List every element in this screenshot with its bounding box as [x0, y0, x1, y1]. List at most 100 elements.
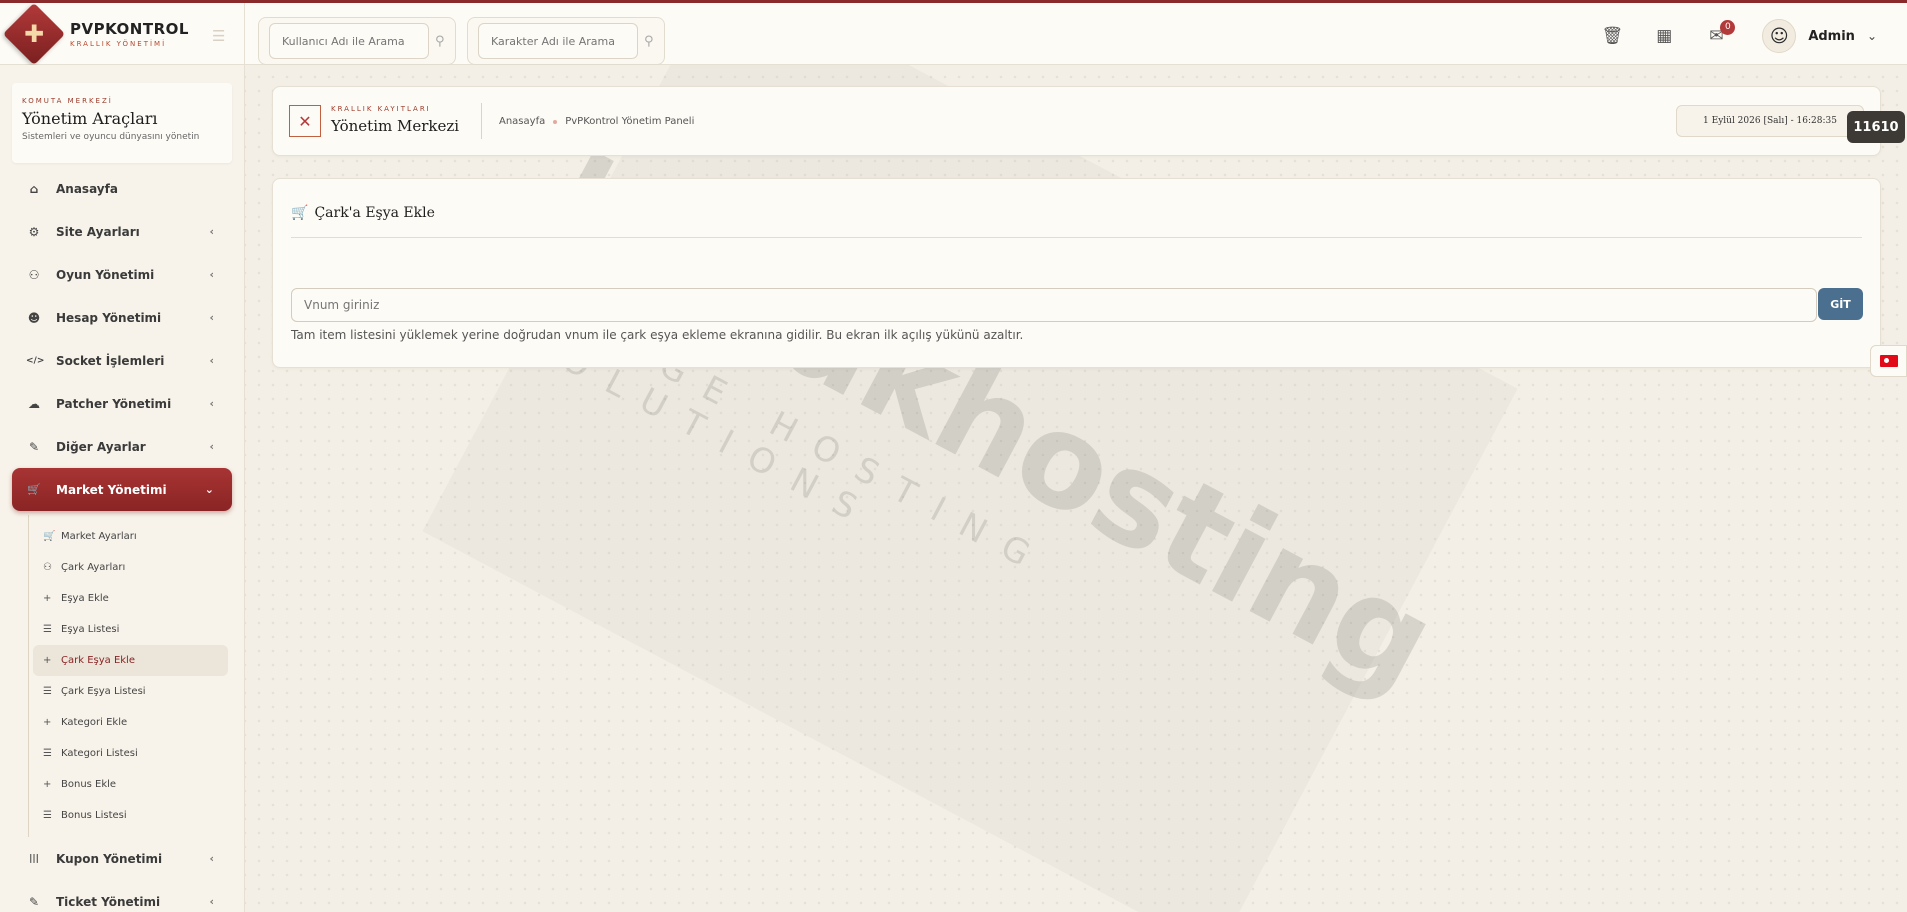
- header-kicker: KRALLIK KAYITLARI: [331, 105, 431, 113]
- avatar[interactable]: ☺: [1762, 19, 1797, 53]
- sidebar-item-hesap-yonetimi[interactable]: ☻ Hesap Yönetimi ‹: [12, 296, 232, 339]
- divider: [481, 103, 482, 139]
- chevron-down-icon: ⌄: [204, 483, 214, 496]
- subnav-item-esya-listesi[interactable]: ☰ Eşya Listesi: [33, 614, 228, 645]
- brand-subtitle: KRALLIK YÖNETİMİ: [70, 40, 167, 48]
- sidebar-item-site-ayarlari[interactable]: ⚙ Site Ayarları ‹: [12, 210, 232, 253]
- plus-icon: +: [43, 779, 52, 790]
- sidebar-item-diger-ayarlar[interactable]: ✎ Diğer Ayarlar ‹: [12, 425, 232, 468]
- gamepad-icon: ⚇: [43, 562, 52, 573]
- language-selector[interactable]: [1870, 345, 1907, 377]
- cart-icon: 🛒: [43, 531, 56, 542]
- sidebar-nav: ⌂ Anasayfa ⚙ Site Ayarları ‹ ⚇ Oyun Yöne…: [0, 167, 244, 912]
- sidebar-item-oyun-yonetimi[interactable]: ⚇ Oyun Yönetimi ‹: [12, 253, 232, 296]
- subnav-item-cark-esya-ekle[interactable]: + Çark Eşya Ekle: [33, 645, 228, 676]
- brand-name: PVPKONTROL: [70, 20, 189, 38]
- subnav-item-cark-ayarlari[interactable]: ⚇ Çark Ayarları: [33, 552, 228, 583]
- sidebar-item-market-yonetimi[interactable]: 🛒 Market Yönetimi ⌄: [12, 468, 232, 511]
- chevron-left-icon: ‹: [209, 225, 214, 238]
- vnum-input[interactable]: [291, 288, 1817, 322]
- list-icon: ☰: [43, 686, 52, 697]
- sidebar-item-label: Oyun Yönetimi: [56, 267, 155, 282]
- trash-icon[interactable]: 🗑: [1586, 26, 1638, 46]
- breadcrumb: Anasayfa PvPKontrol Yönetim Paneli: [499, 116, 694, 127]
- plus-icon: +: [43, 593, 52, 604]
- chevron-left-icon: ‹: [209, 311, 214, 324]
- chevron-left-icon: ‹: [209, 895, 214, 908]
- command-card: KOMUTA MERKEZİ Yönetim Araçları Sistemle…: [12, 83, 232, 163]
- sidebar-item-label: Site Ayarları: [56, 224, 140, 239]
- command-subtitle: Sistemleri ve oyuncu dünyasını yönetin: [22, 132, 200, 142]
- subnav-item-kategori-listesi[interactable]: ☰ Kategori Listesi: [33, 738, 228, 769]
- inbox-icon[interactable]: ✉ 0: [1690, 20, 1742, 46]
- barcode-icon: |||: [29, 853, 39, 864]
- chevron-left-icon: ‹: [209, 852, 214, 865]
- cart-icon: 🛒: [27, 483, 41, 496]
- sidebar-item-ticket-yonetimi[interactable]: ✎ Ticket Yönetimi ‹: [12, 880, 232, 912]
- calendar-icon[interactable]: ▦: [1638, 26, 1690, 46]
- subnav-item-esya-ekle[interactable]: + Eşya Ekle: [33, 583, 228, 614]
- cloud-icon: ☁: [28, 396, 40, 411]
- subnav-item-cark-esya-listesi[interactable]: ☰ Çark Eşya Listesi: [33, 676, 228, 707]
- clock: 1 Eylül 2026 [Salı] - 16:28:35: [1676, 105, 1864, 137]
- sidebar-item-anasayfa[interactable]: ⌂ Anasayfa: [12, 167, 232, 210]
- character-search: ⚲: [467, 17, 665, 65]
- gear-icon: ⚙: [28, 224, 40, 239]
- chevron-left-icon: ‹: [209, 397, 214, 410]
- user-search: ⚲: [258, 17, 456, 65]
- sidebar-item-label: Ticket Yönetimi: [56, 894, 161, 909]
- page-header: ✕ KRALLIK KAYITLARI Yönetim Merkezi Anas…: [272, 86, 1881, 156]
- subnav-item-market-ayarlari[interactable]: 🛒 Market Ayarları: [33, 521, 228, 552]
- list-icon: ☰: [43, 810, 52, 821]
- sidebar-item-label: Market Yönetimi: [56, 482, 167, 497]
- sidebar-item-label: Socket İşlemleri: [56, 353, 165, 368]
- character-search-input[interactable]: [478, 23, 638, 59]
- user-search-input[interactable]: [269, 23, 429, 59]
- list-icon: ☰: [43, 624, 52, 635]
- close-icon[interactable]: ✕: [289, 105, 321, 137]
- breadcrumb-separator: [553, 119, 558, 124]
- breadcrumb-home[interactable]: Anasayfa: [499, 116, 545, 127]
- chevron-left-icon: ‹: [209, 354, 214, 367]
- home-icon: ⌂: [29, 181, 39, 196]
- sidebar-item-socket-islemleri[interactable]: </> Socket İşlemleri ‹: [12, 339, 232, 382]
- chevron-left-icon: ‹: [209, 440, 214, 453]
- chevron-left-icon: ‹: [209, 268, 214, 281]
- logo-icon: ✚: [2, 2, 66, 66]
- sidebar: KOMUTA MERKEZİ Yönetim Araçları Sistemle…: [0, 65, 245, 912]
- command-kicker: KOMUTA MERKEZİ: [22, 97, 113, 105]
- search-icon[interactable]: ⚲: [435, 34, 445, 49]
- subnav-item-bonus-ekle[interactable]: + Bonus Ekle: [33, 769, 228, 800]
- users-icon: ☻: [27, 310, 41, 325]
- sidebar-item-label: Diğer Ayarlar: [56, 439, 146, 454]
- admin-name[interactable]: Admin: [1808, 29, 1855, 44]
- sidebar-item-kupon-yonetimi[interactable]: ||| Kupon Yönetimi ‹: [12, 837, 232, 880]
- search-icon[interactable]: ⚲: [644, 34, 654, 49]
- command-title: Yönetim Araçları: [22, 109, 158, 128]
- sidebar-item-label: Patcher Yönetimi: [56, 396, 172, 411]
- top-bar: ✚ PVPKONTROL KRALLIK YÖNETİMİ ☰ ⚲ ⚲ 🗑 ▦ …: [0, 0, 1907, 66]
- subnav-item-kategori-ekle[interactable]: + Kategori Ekle: [33, 707, 228, 738]
- code-icon: </>: [26, 355, 45, 366]
- plus-icon: +: [43, 655, 52, 666]
- help-text: Tam item listesini yüklemek yerine doğru…: [291, 328, 1024, 342]
- divider: [291, 237, 1862, 238]
- gamepad-icon: ⚇: [28, 267, 40, 282]
- market-submenu: 🛒 Market Ayarları ⚇ Çark Ayarları + Eşya…: [28, 515, 232, 837]
- subnav-item-bonus-listesi[interactable]: ☰ Bonus Listesi: [33, 800, 228, 831]
- go-button[interactable]: GİT: [1818, 288, 1863, 320]
- ticket-icon: ✎: [28, 894, 40, 909]
- sidebar-item-label: Anasayfa: [56, 181, 118, 196]
- list-icon: ☰: [43, 748, 52, 759]
- plus-icon: +: [43, 717, 52, 728]
- sidebar-item-patcher-yonetimi[interactable]: ☁ Patcher Yönetimi ‹: [12, 382, 232, 425]
- sidebar-item-label: Kupon Yönetimi: [56, 851, 163, 866]
- cart-icon: 🛒: [291, 205, 309, 221]
- sidebar-item-label: Hesap Yönetimi: [56, 310, 162, 325]
- brand[interactable]: ✚ PVPKONTROL KRALLIK YÖNETİMİ: [0, 2, 245, 66]
- menu-toggle-icon[interactable]: ☰: [212, 27, 228, 45]
- breadcrumb-current: PvPKontrol Yönetim Paneli: [565, 116, 695, 127]
- chevron-down-icon[interactable]: ⌄: [1867, 29, 1877, 43]
- turkey-flag-icon: [1879, 355, 1898, 367]
- page-title: Yönetim Merkezi: [331, 117, 460, 135]
